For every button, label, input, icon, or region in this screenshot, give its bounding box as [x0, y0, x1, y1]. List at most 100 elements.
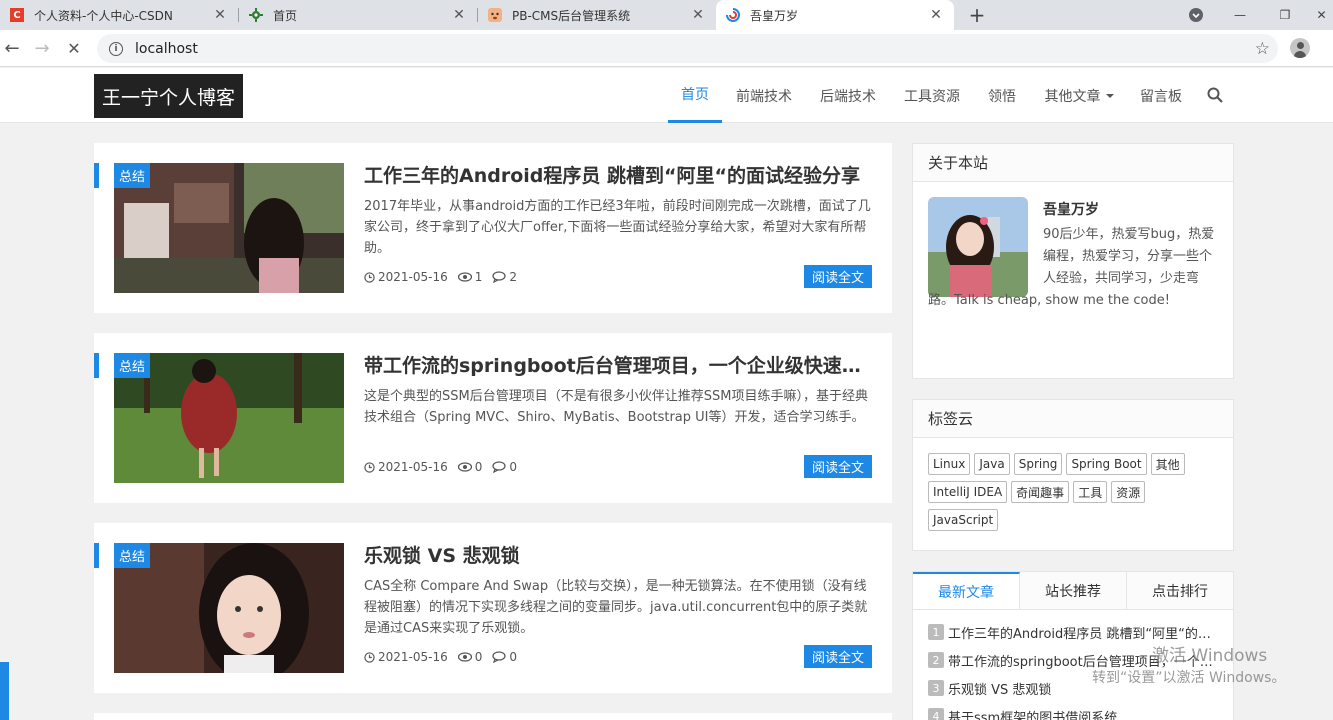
tab-popular[interactable]: 点击排行	[1127, 572, 1233, 609]
sidebar-tabs: 最新文章 站长推荐 点击排行	[913, 572, 1233, 610]
article-title[interactable]: 带工作流的springboot后台管理项目，一个企业级快速开发解决方案	[364, 351, 874, 378]
article-card: 总结 工作三年的Android程序员 跳槽到“阿里“的面试经验分享 2017年毕…	[94, 143, 892, 313]
list-item[interactable]: 4 基于ssm框架的图书借阅系统	[928, 702, 1218, 720]
nav-frontend[interactable]: 前端技术	[730, 68, 798, 123]
category-badge[interactable]: 总结	[114, 163, 151, 188]
tab-recommended[interactable]: 站长推荐	[1020, 572, 1127, 609]
read-more-button[interactable]: 阅读全文	[804, 455, 872, 478]
close-tab-icon[interactable]: ✕	[449, 7, 469, 23]
category-badge[interactable]: 总结	[114, 543, 151, 568]
browser-tab-bar: C 个人资料-个人中心-CSDN ✕ 首页 ✕ PB-CMS后台管理系统 ✕ 吾…	[0, 0, 1333, 30]
profile-avatar-icon[interactable]	[1290, 38, 1310, 58]
tab-title: 个人资料-个人中心-CSDN	[34, 8, 173, 23]
date-meta: 2021-05-16	[364, 270, 448, 284]
category-accent-bar	[94, 353, 99, 378]
url-text[interactable]: localhost	[135, 41, 198, 57]
rank-number: 4	[928, 708, 944, 720]
csdn-favicon-icon: C	[10, 8, 24, 22]
eye-icon	[457, 462, 472, 472]
clock-icon	[364, 461, 375, 473]
browser-tab-pbcms[interactable]: PB-CMS后台管理系统 ✕	[478, 0, 716, 30]
article-title[interactable]: 乐观锁 VS 悲观锁	[364, 541, 874, 568]
comment-icon	[492, 651, 506, 663]
maximize-icon[interactable]: ❐	[1270, 0, 1300, 30]
search-icon[interactable]	[1207, 87, 1223, 103]
nav-insight[interactable]: 领悟	[982, 68, 1022, 123]
tag-item[interactable]: Linux	[928, 453, 971, 475]
article-title[interactable]: 工作三年的Android程序员 跳槽到“阿里“的面试经验分享	[364, 161, 874, 188]
category-badge[interactable]: 总结	[114, 353, 151, 378]
article-card: 总结 乐观锁 VS 悲观锁 CAS全称 Compare And Swap（比较与…	[94, 523, 892, 693]
comment-icon	[492, 271, 506, 283]
stop-loading-icon[interactable]: ✕	[64, 38, 84, 58]
close-tab-icon[interactable]: ✕	[210, 7, 230, 23]
tab-title: PB-CMS后台管理系统	[512, 8, 631, 23]
caret-down-icon	[1105, 93, 1114, 98]
nav-backend[interactable]: 后端技术	[814, 68, 882, 123]
forward-icon[interactable]: →	[32, 38, 52, 59]
new-tab-button[interactable]: +	[962, 0, 992, 30]
gear-favicon-icon	[249, 8, 263, 22]
nav-guestbook[interactable]: 留言板	[1134, 68, 1188, 123]
tab-search-icon[interactable]	[1181, 0, 1211, 30]
tag-item[interactable]: 其他	[1150, 453, 1185, 475]
widget-heading: 关于本站	[913, 144, 1233, 182]
tag-item[interactable]: JavaScript	[928, 509, 999, 531]
article-summary: 这是个典型的SSM后台管理项目（不是有很多小伙伴让推荐SSM项目练手嘛），基于经…	[364, 389, 868, 425]
tag-item[interactable]: IntelliJ IDEA	[928, 481, 1008, 503]
list-item-title[interactable]: 基于ssm框架的图书借阅系统	[948, 707, 1117, 720]
omnibox[interactable]: i localhost ☆	[97, 34, 1278, 63]
tab-title: 首页	[273, 8, 298, 23]
list-item-title[interactable]: 乐观锁 VS 悲观锁	[948, 679, 1051, 698]
views-meta: 0	[457, 650, 482, 664]
tag-item[interactable]: Spring	[1013, 453, 1063, 475]
article-meta: 2021-05-16 1 2	[364, 270, 527, 284]
list-item[interactable]: 1工作三年的Android程序员 跳槽到“阿里“的面试经验分享	[928, 618, 1218, 646]
browser-tab-active[interactable]: 吾皇万岁 ✕	[716, 0, 954, 30]
close-window-icon[interactable]: ✕	[1310, 0, 1333, 30]
article-card-partial	[94, 713, 892, 720]
date-meta: 2021-05-16	[364, 650, 448, 664]
nav-home[interactable]: 首页	[668, 68, 722, 123]
nav-tools[interactable]: 工具资源	[898, 68, 966, 123]
comment-icon	[492, 461, 506, 473]
widget-heading: 标签云	[913, 400, 1233, 438]
comments-meta: 0	[492, 650, 517, 664]
category-accent-bar	[94, 543, 99, 568]
tag-item[interactable]: Spring Boot	[1066, 453, 1147, 475]
category-accent-bar	[94, 163, 99, 188]
article-meta: 2021-05-16 0 0	[364, 460, 527, 474]
browser-tab-home[interactable]: 首页 ✕	[239, 0, 477, 30]
about-widget: 关于本站 吾皇万岁 90后少年，热爱写bug，热爱编程，热爱学习，分享一些个人经…	[912, 143, 1234, 379]
tag-item[interactable]: 工具	[1073, 481, 1108, 503]
nav-others-dropdown[interactable]: 其他文章	[1036, 68, 1122, 123]
article-summary: 2017年毕业，从事android方面的工作已经3年啦，前段时间刚完成一次跳槽，…	[364, 199, 871, 256]
read-more-button[interactable]: 阅读全文	[804, 265, 872, 288]
tab-latest[interactable]: 最新文章	[913, 572, 1020, 609]
tag-item[interactable]: 资源	[1111, 481, 1146, 503]
close-tab-icon[interactable]: ✕	[926, 7, 946, 23]
watermark-line2: 转到“设置”以激活 Windows。	[1092, 670, 1286, 686]
rank-number: 3	[928, 680, 944, 696]
nav-others-label: 其他文章	[1044, 88, 1101, 105]
rank-number: 2	[928, 652, 944, 668]
read-more-button[interactable]: 阅读全文	[804, 645, 872, 668]
eye-icon	[457, 272, 472, 282]
watermark-line1: 激活 Windows	[1152, 646, 1268, 666]
back-icon[interactable]: ←	[2, 38, 22, 59]
tag-item[interactable]: 奇闻趣事	[1011, 481, 1070, 503]
close-tab-icon[interactable]: ✕	[688, 7, 708, 23]
list-item-title[interactable]: 工作三年的Android程序员 跳槽到“阿里“的面试经验分享	[948, 623, 1218, 642]
tag-item[interactable]: Java	[974, 453, 1010, 475]
minimize-icon[interactable]: —	[1225, 0, 1255, 30]
site-logo[interactable]: 王一宁个人博客	[94, 74, 243, 118]
browser-tab-csdn[interactable]: C 个人资料-个人中心-CSDN ✕	[0, 0, 238, 30]
bookmark-star-icon[interactable]: ☆	[1255, 39, 1270, 59]
author-name: 吾皇万岁	[1043, 202, 1099, 218]
tag-cloud-widget: 标签云 Linux Java Spring Spring Boot 其他 Int…	[912, 399, 1234, 551]
views-meta: 1	[457, 270, 482, 284]
clock-icon	[364, 651, 375, 663]
article-summary: CAS全称 Compare And Swap（比较与交换），是一种无锁算法。在不…	[364, 579, 868, 636]
site-info-icon[interactable]: i	[109, 41, 123, 56]
side-float-tab[interactable]	[0, 662, 9, 720]
